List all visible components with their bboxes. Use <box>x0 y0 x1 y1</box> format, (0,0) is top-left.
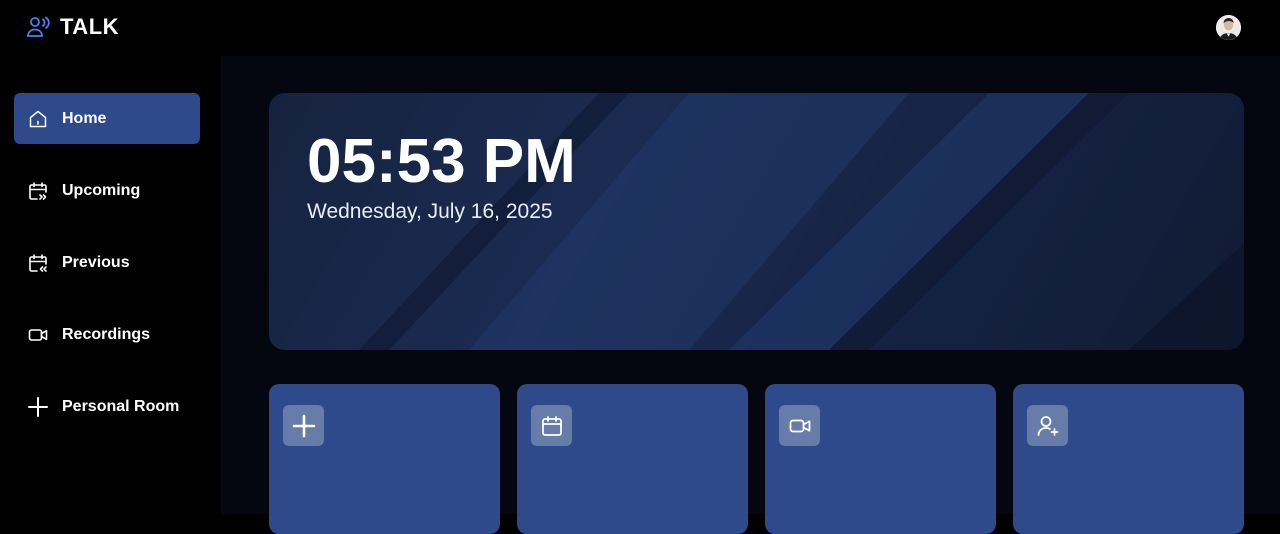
new-meeting-card[interactable] <box>269 384 500 534</box>
user-add-icon <box>1037 415 1058 436</box>
card-icon-box <box>283 405 324 446</box>
sidebar-item-recordings[interactable]: Recordings <box>14 309 200 360</box>
video-icon <box>789 419 810 432</box>
sidebar-item-home[interactable]: Home <box>14 93 200 144</box>
sidebar-item-label: Previous <box>62 253 130 271</box>
sidebar-item-label: Recordings <box>62 325 151 343</box>
join-meeting-card[interactable] <box>1013 384 1244 534</box>
card-icon-box <box>779 405 820 446</box>
current-time: 05:53 PM <box>307 127 576 196</box>
top-bar: TALK <box>0 0 1280 56</box>
video-icon <box>28 328 48 341</box>
sidebar-item-upcoming[interactable]: Upcoming <box>14 165 200 216</box>
sidebar-item-label: Personal Room <box>62 397 180 415</box>
card-icon-box <box>531 405 572 446</box>
plus-icon <box>292 414 315 437</box>
sidebar-item-label: Upcoming <box>62 181 141 199</box>
hero-banner: 05:53 PM Wednesday, July 16, 2025 <box>269 93 1244 350</box>
calendar-icon <box>541 415 562 436</box>
sidebar-item-personal-room[interactable]: Personal Room <box>14 381 200 432</box>
brand-logo[interactable]: TALK <box>26 13 119 41</box>
card-icon-box <box>1027 405 1068 446</box>
sidebar-item-previous[interactable]: Previous <box>14 237 200 288</box>
calendar-forward-icon <box>29 181 47 200</box>
user-avatar[interactable] <box>1216 15 1241 40</box>
home-icon <box>29 110 47 127</box>
sidebar-item-label: Home <box>62 109 107 127</box>
main-content: 05:53 PM Wednesday, July 16, 2025 <box>221 56 1280 534</box>
avatar-image <box>1216 15 1241 40</box>
brand-name: TALK <box>60 14 120 39</box>
schedule-meeting-card[interactable] <box>517 384 748 534</box>
plus-icon <box>28 396 48 417</box>
view-recordings-card[interactable] <box>765 384 996 534</box>
calendar-back-icon <box>29 253 47 272</box>
current-date: Wednesday, July 16, 2025 <box>307 200 553 223</box>
user-voice-icon <box>27 16 50 37</box>
sidebar: Home Upcoming Previous Recordings Person… <box>0 56 221 514</box>
